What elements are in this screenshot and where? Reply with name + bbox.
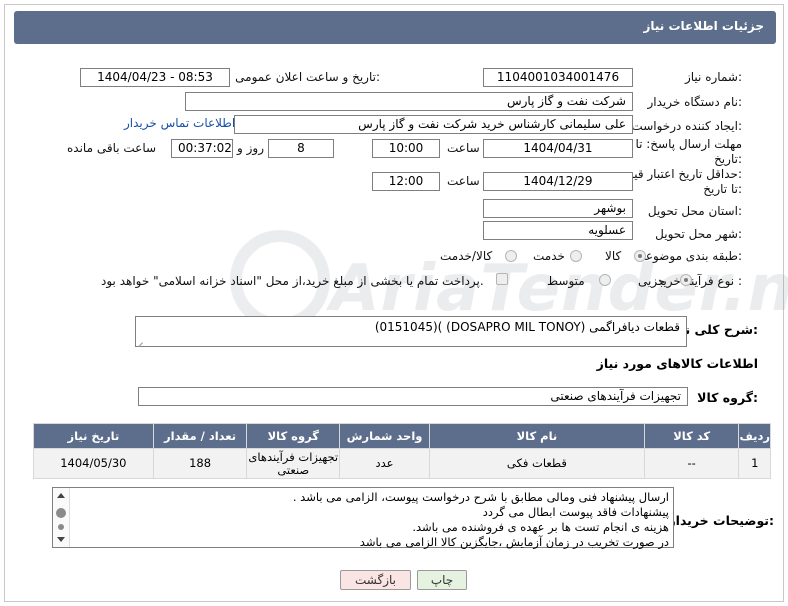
buyer-contact-link[interactable]: اطلاعات تماس خریدار	[124, 116, 235, 130]
buyer-org-label: نام دستگاه خریدار:	[647, 95, 743, 109]
col-row-number: ردیف	[738, 423, 771, 449]
min-price-validity-label: حداقل تاریخ اعتبار قیمت:	[615, 167, 742, 181]
scroll-down-icon[interactable]	[57, 537, 65, 542]
days-remaining-field: 8	[268, 139, 334, 158]
notes-line: در صورت تخریب در زمان آزمایش ،جایگزین کا…	[359, 535, 669, 549]
scroll-thumb[interactable]	[56, 508, 66, 518]
cell-goods-name: قطعات فکی	[428, 448, 645, 479]
cell-quantity: 188	[152, 448, 248, 479]
days-label: روز و	[237, 141, 264, 155]
col-need-date: تاریخ نیاز	[33, 423, 154, 449]
announce-datetime-field: 1404/04/23 - 08:53	[80, 68, 230, 87]
cell-goods-group: تجهیزات فرآیندهای صنعتی	[246, 448, 341, 479]
back-button[interactable]: بازگشت	[340, 570, 411, 590]
category-both-label: کالا/خدمت	[440, 249, 493, 263]
deadline-date-label: تاریخ:	[714, 152, 742, 166]
page-header: جزئیات اطلاعات نیاز	[14, 11, 776, 44]
process-medium-label: متوسط	[547, 274, 585, 288]
page-title: جزئیات اطلاعات نیاز	[643, 19, 764, 33]
goods-table: ردیف کد کالا نام کالا واحد شمارش گروه کا…	[33, 423, 771, 479]
deadline-date-field: 1404/04/31	[483, 139, 633, 158]
category-label: طبقه بندی موضوعی:	[635, 249, 742, 263]
treasury-payment-checkbox[interactable]	[496, 273, 508, 285]
goods-group-field: تجهیزات فرآیندهای صنعتی	[138, 387, 688, 406]
category-both-radio[interactable]	[505, 250, 517, 262]
deadline-time-field: 10:00	[372, 139, 440, 158]
col-goods-group: گروه کالا	[246, 423, 341, 449]
category-service-label: خدمت	[533, 249, 565, 263]
notes-scrollbar[interactable]	[53, 488, 70, 547]
category-service-radio[interactable]	[570, 250, 582, 262]
notes-line: پیشنهادات فاقد پیوست ابطال می گردد	[482, 505, 669, 519]
remaining-time-field: 00:37:02	[171, 139, 233, 158]
cell-goods-code: --	[643, 448, 740, 479]
buyer-notes-box: ارسال پیشنهاد فنی ومالی مطابق با شرح درخ…	[52, 487, 674, 550]
city-label: شهر محل تحویل:	[655, 227, 742, 241]
requester-label: ایجاد کننده درخواست:	[631, 119, 742, 133]
goods-section-title: اطلاعات کالاهای مورد نیاز	[596, 356, 758, 371]
remaining-time-label: ساعت باقی مانده	[67, 141, 157, 155]
process-type-label: نوع فرآیند خرید :	[657, 274, 742, 288]
treasury-payment-text: پرداخت تمام یا بخشی از مبلغ خرید،از محل …	[101, 274, 484, 288]
deadline-label: مهلت ارسال پاسخ: تا	[635, 137, 742, 151]
col-unit: واحد شمارش	[339, 423, 430, 449]
cell-unit: عدد	[339, 448, 430, 479]
city-field: عسلویه	[483, 221, 633, 240]
col-goods-code: کد کالا	[643, 423, 740, 449]
need-number-field: 1104001034001476	[483, 68, 633, 87]
min-price-date-label: تا تاریخ:	[703, 182, 742, 196]
process-medium-radio[interactable]	[599, 274, 611, 286]
category-goods-radio[interactable]	[634, 250, 646, 262]
process-minor-radio[interactable]	[680, 274, 692, 286]
buyer-notes-text: ارسال پیشنهاد فنی ومالی مطابق با شرح درخ…	[73, 490, 669, 550]
goods-table-header: ردیف کد کالا نام کالا واحد شمارش گروه کا…	[33, 423, 771, 449]
deadline-time-label: ساعت	[447, 141, 480, 155]
print-button[interactable]: چاپ	[417, 570, 467, 590]
notes-line: هزینه ی انجام تست ها بر عهده ی فروشنده م…	[412, 520, 669, 534]
province-field: بوشهر	[483, 199, 633, 218]
process-minor-label: جزیی	[638, 274, 666, 288]
goods-group-label: گروه کالا:	[697, 390, 758, 405]
min-price-time-label: ساعت	[447, 174, 480, 188]
scroll-dot-icon	[58, 524, 64, 530]
cell-need-date: 1404/05/30	[33, 448, 154, 479]
notes-line: ارسال پیشنهاد فنی ومالی مطابق با شرح درخ…	[292, 490, 669, 504]
col-goods-name: نام کالا	[428, 423, 645, 449]
description-resize-handle[interactable]	[136, 336, 144, 344]
province-label: استان محل تحویل:	[647, 204, 742, 218]
buyer-org-field: شرکت نفت و گاز پارس	[185, 92, 633, 111]
requester-field: علی سلیمانی کارشناس خرید شرکت نفت و گاز …	[234, 115, 633, 134]
description-field: قطعات دیافراگمی (DOSAPRO MIL TONOY) )(01…	[135, 316, 687, 347]
buyer-notes-label: توضیحات خریدار:	[668, 513, 774, 528]
need-number-label: شماره نیاز:	[684, 70, 742, 84]
announce-label: تاریخ و ساعت اعلان عمومی:	[235, 70, 380, 84]
min-price-date-field: 1404/12/29	[483, 172, 633, 191]
table-row: 1 -- قطعات فکی عدد تجهیزات فرآیندهای صنع…	[33, 448, 771, 479]
col-quantity: تعداد / مقدار	[152, 423, 248, 449]
category-goods-label: کالا	[605, 249, 622, 263]
cell-row-number: 1	[738, 448, 771, 479]
scroll-up-icon[interactable]	[57, 493, 65, 498]
min-price-time-field: 12:00	[372, 172, 440, 191]
